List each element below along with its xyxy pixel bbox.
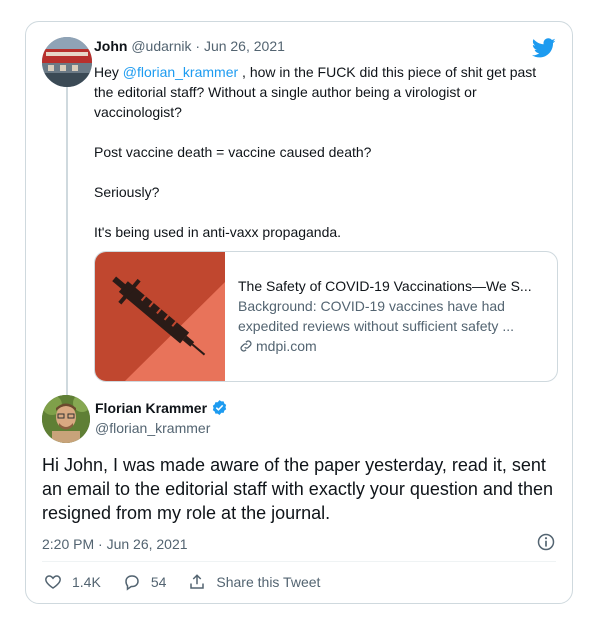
like-count: 1.4K (72, 574, 101, 590)
author-name-row: Florian Krammer (95, 399, 228, 416)
reply-author-handle[interactable]: @udarnik (131, 38, 191, 54)
mention-link[interactable]: @florian_krammer (123, 64, 238, 80)
reply-author-name[interactable]: John (94, 38, 127, 54)
share-icon (190, 574, 205, 589)
reply-text-prefix: Hey (94, 64, 123, 80)
actions-divider (42, 561, 556, 562)
link-text-block: The Safety of COVID-19 Vaccinations—We S… (238, 276, 548, 356)
reply-text-para2: Post vaccine death = vaccine caused deat… (94, 144, 372, 160)
link-icon (240, 340, 252, 352)
like-button[interactable]: 1.4K (44, 573, 101, 591)
verified-badge-icon (212, 400, 227, 415)
author-name[interactable]: Florian Krammer (95, 400, 207, 416)
thread-connector-line (66, 85, 68, 411)
reply-bubble-icon (125, 575, 139, 591)
reply-button[interactable]: 54 (123, 573, 167, 591)
reply-separator: · (195, 38, 201, 54)
reply-text-para4: It's being used in anti-vaxx propaganda. (94, 224, 342, 240)
reply-header: John @udarnik · Jun 26, 2021 (94, 38, 285, 54)
share-label: Share this Tweet (216, 574, 321, 590)
link-domain-row: mdpi.com (238, 336, 548, 356)
author-handle[interactable]: @florian_krammer (95, 420, 210, 436)
reply-author-avatar[interactable] (42, 37, 92, 87)
reply-text-para3: Seriously? (94, 184, 160, 200)
link-description: Background: COVID-19 vaccines have had e… (238, 298, 514, 334)
heart-icon (45, 575, 61, 589)
author-avatar[interactable] (42, 395, 90, 443)
reply-date[interactable]: Jun 26, 2021 (204, 38, 285, 54)
link-preview-card[interactable]: The Safety of COVID-19 Vaccinations—We S… (94, 251, 558, 382)
share-button[interactable]: Share this Tweet (188, 573, 320, 591)
tweet-timestamp[interactable]: 2:20 PM · Jun 26, 2021 (42, 536, 188, 552)
twitter-bird-icon[interactable] (532, 36, 556, 60)
reply-text: Hey @florian_krammer , how in the FUCK d… (94, 62, 544, 242)
embedded-tweet-card: John @udarnik · Jun 26, 2021 Hey @floria… (25, 21, 573, 604)
link-thumbnail-syringe-image (95, 252, 225, 381)
link-title: The Safety of COVID-19 Vaccinations—We S… (238, 278, 532, 294)
reply-count: 54 (150, 574, 167, 590)
info-icon[interactable] (536, 532, 556, 552)
tweet-text: Hi John, I was made aware of the paper y… (42, 455, 553, 523)
link-domain: mdpi.com (256, 338, 317, 354)
tweet-actions-bar: 1.4K 54 Share this Tweet (44, 573, 342, 591)
